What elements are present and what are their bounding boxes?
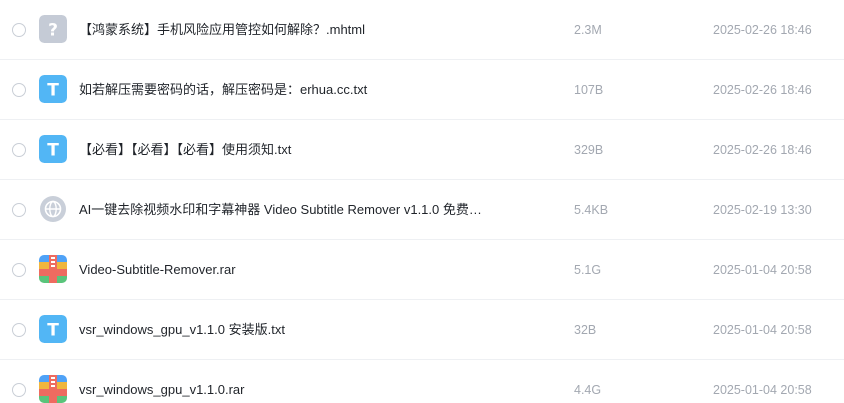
file-list: ? 【鸿蒙系统】手机风险应用管控如何解除？.mhtml 2.3M 2025-02…	[0, 0, 844, 403]
file-size: 32B	[574, 323, 597, 337]
text-file-icon: T	[39, 135, 67, 163]
svg-text:T: T	[47, 81, 59, 101]
file-size: 329B	[574, 143, 604, 157]
file-name[interactable]: vsr_windows_gpu_v1.1.0 安装版.txt	[79, 321, 499, 339]
file-name[interactable]: vsr_windows_gpu_v1.1.0.rar	[79, 381, 499, 399]
file-row[interactable]: T 【必看】【必看】【必看】使用须知.txt 329B 2025-02-26 1…	[0, 120, 844, 180]
file-row[interactable]: ? 【鸿蒙系统】手机风险应用管控如何解除？.mhtml 2.3M 2025-02…	[0, 0, 844, 60]
file-size: 5.4KB	[574, 203, 609, 217]
file-row[interactable]: T vsr_windows_gpu_v1.1.0 安装版.txt 32B 202…	[0, 300, 844, 360]
file-name[interactable]: 【必看】【必看】【必看】使用须知.txt	[79, 141, 499, 159]
row-checkbox[interactable]	[12, 203, 26, 217]
file-name[interactable]: Video-Subtitle-Remover.rar	[79, 261, 499, 279]
archive-file-icon	[39, 375, 67, 403]
web-link-icon	[39, 195, 67, 223]
file-date: 2025-01-04 20:58	[713, 323, 812, 337]
file-row[interactable]: Video-Subtitle-Remover.rar 5.1G 2025-01-…	[0, 240, 844, 300]
file-row[interactable]: T 如若解压需要密码的话，解压密码是：erhua.cc.txt 107B 202…	[0, 60, 844, 120]
row-checkbox[interactable]	[12, 323, 26, 337]
file-row[interactable]: vsr_windows_gpu_v1.1.0.rar 4.4G 2025-01-…	[0, 360, 844, 403]
file-date: 2025-02-26 18:46	[713, 23, 812, 37]
file-size: 2.3M	[574, 23, 602, 37]
file-name[interactable]: AI一键去除视频水印和字幕神器 Video Subtitle Remover v…	[79, 201, 499, 219]
file-date: 2025-02-19 13:30	[713, 203, 812, 217]
row-checkbox[interactable]	[12, 23, 26, 37]
file-name[interactable]: 如若解压需要密码的话，解压密码是：erhua.cc.txt	[79, 81, 499, 99]
file-row[interactable]: AI一键去除视频水印和字幕神器 Video Subtitle Remover v…	[0, 180, 844, 240]
file-size: 5.1G	[574, 263, 602, 277]
text-file-icon: T	[39, 315, 67, 343]
row-checkbox[interactable]	[12, 383, 26, 397]
file-size: 4.4G	[574, 383, 602, 397]
svg-text:T: T	[47, 141, 59, 161]
row-checkbox[interactable]	[12, 143, 26, 157]
file-date: 2025-02-26 18:46	[713, 83, 812, 97]
svg-text:T: T	[47, 321, 59, 341]
file-date: 2025-02-26 18:46	[713, 143, 812, 157]
file-size: 107B	[574, 83, 604, 97]
unknown-file-icon: ?	[39, 15, 67, 43]
row-checkbox[interactable]	[12, 83, 26, 97]
archive-file-icon	[39, 255, 67, 283]
row-checkbox[interactable]	[12, 263, 26, 277]
file-date: 2025-01-04 20:58	[713, 383, 812, 397]
text-file-icon: T	[39, 75, 67, 103]
file-date: 2025-01-04 20:58	[713, 263, 812, 277]
file-name[interactable]: 【鸿蒙系统】手机风险应用管控如何解除？.mhtml	[79, 21, 499, 39]
svg-text:?: ?	[48, 21, 58, 41]
